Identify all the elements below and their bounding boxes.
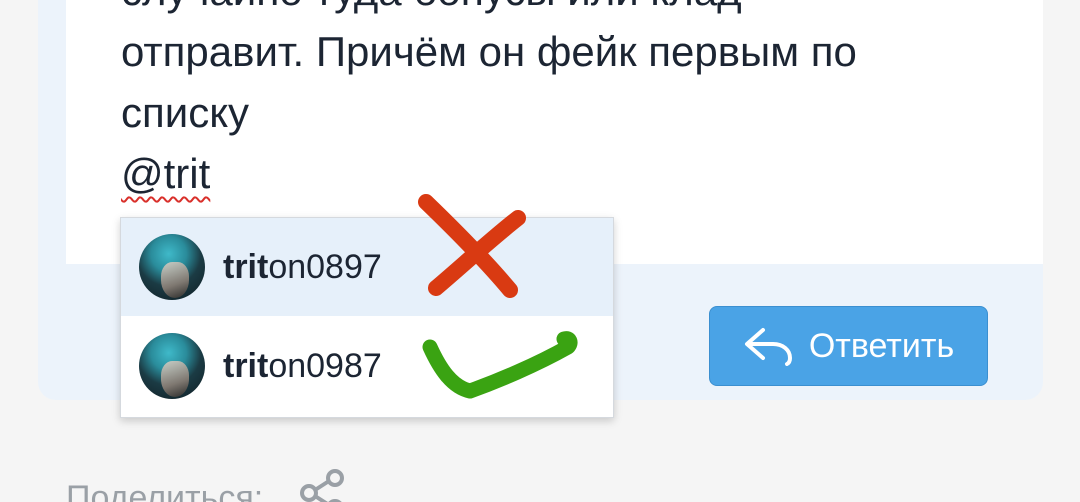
mention-option[interactable]: triton0897 (121, 218, 613, 316)
page: случайно туда бонусы или клад отправит. … (0, 0, 1080, 502)
reply-button-label: Ответить (808, 326, 955, 365)
share-icon[interactable] (297, 468, 347, 502)
avatar (139, 234, 205, 300)
reply-button[interactable]: Ответить (709, 306, 988, 386)
mention-query: @trit (121, 150, 211, 197)
mention-username: triton0987 (223, 346, 382, 385)
mention-dropdown: triton0897 triton0987 (120, 217, 614, 418)
reply-arrow-icon (744, 328, 792, 366)
editor-line-1: случайно туда бонусы или клад (121, 0, 1001, 21)
editor-line-2: отправит. Причём он фейк первым по (121, 28, 857, 75)
editor-line-3: списку (121, 89, 250, 136)
avatar (139, 333, 205, 399)
mention-username: triton0897 (223, 247, 382, 286)
editor-text[interactable]: случайно туда бонусы или клад отправит. … (121, 0, 1001, 204)
share-row: Поделиться: (66, 469, 347, 502)
mention-option[interactable]: triton0987 (121, 317, 613, 415)
share-label: Поделиться: (66, 478, 264, 502)
editor-line-4: @trit (121, 143, 1001, 204)
